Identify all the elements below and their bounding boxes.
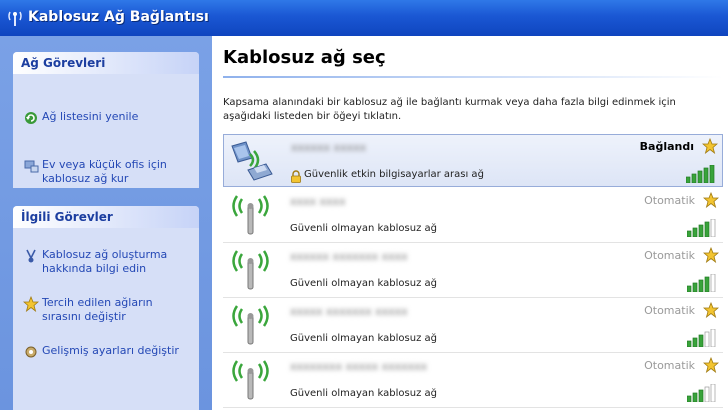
refresh-network-list-label: Ağ listesini yenile (42, 110, 139, 123)
task-sidebar: Ağ Görevleri Ağ listesini yenile Ev veya… (0, 36, 212, 410)
network-status: Otomatik (644, 304, 695, 317)
signal-strength-icon (686, 383, 717, 403)
wireless-network-icon (229, 194, 273, 238)
window-title-bar[interactable]: Kablosuz Ağ Bağlantısı (0, 0, 728, 36)
setup-wireless-network-label: Ev veya küçük ofis için kablosuz ağ kur (42, 158, 167, 185)
adhoc-network-icon (230, 140, 274, 184)
network-setup-icon (23, 158, 39, 174)
signal-strength-icon (686, 273, 717, 293)
network-status: Otomatik (644, 249, 695, 262)
network-name: xxxxx xxxxxxx xxxxx (290, 305, 408, 318)
network-item[interactable]: xxxx xxxx Otomatik Güvenli olmayan kablosu… (223, 189, 723, 242)
instructions-text: Kapsama alanındaki bir kablosuz ağ ile b… (223, 97, 676, 122)
network-list-pane: Kablosuz ağ seç Kapsama alanındaki bir k… (212, 36, 728, 410)
network-item[interactable]: xxxxxx xxxxx Bağlandı Güvenlik etkin bilgi… (223, 134, 723, 187)
network-status: Otomatik (644, 194, 695, 207)
signal-strength-icon (686, 328, 717, 348)
network-tasks-title: Ağ Görevleri (13, 52, 199, 74)
related-tasks-title: İlgili Görevler (13, 206, 199, 228)
network-security-label: Güvenli olmayan kablosuz ağ (290, 223, 437, 234)
network-separator (223, 297, 723, 298)
network-security-label: Güvenli olmayan kablosuz ağ (290, 388, 437, 399)
network-tasks-panel: Ağ Görevleri Ağ listesini yenile Ev veya… (13, 52, 199, 188)
network-security-label: Güvenli olmayan kablosuz ağ (290, 333, 437, 344)
security-lock-icon (290, 168, 302, 187)
preferred-star-icon (702, 301, 720, 322)
wireless-network-icon (229, 249, 273, 293)
preferred-star-icon (702, 356, 720, 377)
network-name: xxxxxx xxxxxxx xxxx (290, 250, 408, 263)
wireless-network-icon (229, 359, 273, 403)
refresh-icon (23, 110, 39, 126)
network-name: xxxxxxxx xxxxx xxxxxxx (290, 360, 428, 373)
learn-wireless-label: Kablosuz ağ oluşturma hakkında bilgi edi… (42, 248, 168, 275)
wireless-antenna-icon (6, 9, 24, 31)
signal-strength-icon (685, 164, 716, 184)
network-separator (223, 352, 723, 353)
network-item[interactable]: xxxxxxxx xxxxx xxxxxxx Otomatik Güvenli ol… (223, 354, 723, 407)
change-preferred-order-label: Tercih edilen ağların sırasını değiştir (42, 296, 153, 323)
network-name: xxxxxx xxxxx (291, 141, 367, 154)
network-security-label: Güvenli olmayan kablosuz ağ (290, 278, 437, 289)
network-item[interactable]: xxxxx xxxxxxx xxxxx Otomatik Güvenli olmay… (223, 299, 723, 352)
wireless-network-icon (229, 304, 273, 348)
network-status: Otomatik (644, 359, 695, 372)
heading-divider (223, 76, 723, 78)
network-status: Bağlandı (639, 140, 694, 153)
window-title: Kablosuz Ağ Bağlantısı (28, 9, 209, 25)
network-name: xxxx xxxx (290, 195, 346, 208)
advanced-settings-label: Gelişmiş ayarları değiştir (42, 344, 179, 357)
network-item[interactable]: xxxxxx xxxxxxx xxxx Otomatik Güvenli olmay… (223, 244, 723, 297)
preferred-star-icon (702, 246, 720, 267)
signal-strength-icon (686, 218, 717, 238)
network-security-label: Güvenlik etkin bilgisayarlar arası ağ (304, 169, 484, 180)
network-separator (223, 242, 723, 243)
preferred-star-icon (702, 191, 720, 212)
info-icon (23, 248, 39, 264)
preferred-star-icon (701, 137, 719, 158)
network-separator (223, 407, 723, 408)
star-icon (22, 295, 40, 313)
page-title: Kablosuz ağ seç (223, 47, 386, 68)
related-tasks-panel: İlgili Görevler Kablosuz ağ oluşturma ha… (13, 206, 199, 410)
settings-icon (23, 344, 39, 360)
